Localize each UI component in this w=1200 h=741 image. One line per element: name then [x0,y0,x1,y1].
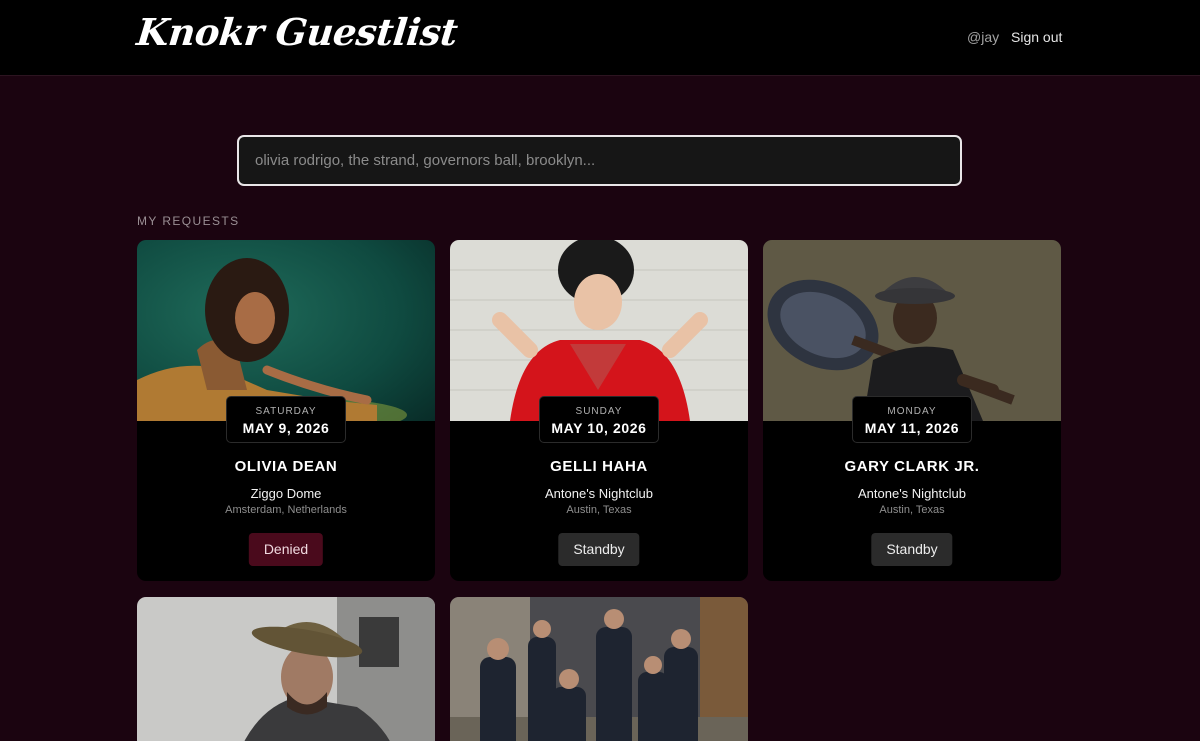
date-badge: SUNDAY MAY 10, 2026 [539,396,659,443]
artist-photo [450,240,748,421]
event-date: MAY 9, 2026 [242,420,330,436]
request-card[interactable] [137,597,435,741]
request-card[interactable]: SATURDAY MAY 9, 2026 OLIVIA DEAN Ziggo D… [137,240,435,581]
artist-photo [137,597,435,741]
artist-photo [137,240,435,421]
search-box[interactable] [237,135,962,186]
event-date: MAY 11, 2026 [864,420,960,436]
venue-location: Austin, Texas [566,504,632,516]
artist-name: GARY CLARK JR. [844,458,980,475]
request-card[interactable]: MONDAY MAY 11, 2026 GARY CLARK JR. Anton… [763,240,1061,581]
day-of-week: SATURDAY [255,406,317,417]
status-badge[interactable]: Standby [558,533,640,566]
artist-name: OLIVIA DEAN [234,458,338,475]
venue-name: Antone's Nightclub [545,486,653,501]
artist-photo [450,597,748,741]
section-heading-my-requests: MY REQUESTS [137,214,240,228]
status-badge[interactable]: Denied [248,533,324,566]
request-card[interactable] [450,597,748,741]
top-nav: Knokr Guestlist @jay Sign out [0,0,1200,76]
venue-name: Antone's Nightclub [858,486,966,501]
event-date: MAY 10, 2026 [551,420,647,436]
date-badge: SATURDAY MAY 9, 2026 [226,396,346,443]
day-of-week: MONDAY [887,406,937,417]
venue-name: Ziggo Dome [250,486,322,501]
user-handle[interactable]: @jay [967,29,999,45]
artist-photo [763,240,1061,421]
request-card[interactable]: SUNDAY MAY 10, 2026 GELLI HAHA Antone's … [450,240,748,581]
venue-location: Austin, Texas [879,504,945,516]
artist-name: GELLI HAHA [550,458,648,475]
search-input[interactable] [255,152,944,169]
day-of-week: SUNDAY [575,406,623,417]
status-badge[interactable]: Standby [871,533,953,566]
sign-out-link[interactable]: Sign out [1011,29,1062,45]
app-logo[interactable]: Knokr Guestlist [135,10,460,54]
date-badge: MONDAY MAY 11, 2026 [852,396,972,443]
venue-location: Amsterdam, Netherlands [225,504,347,516]
